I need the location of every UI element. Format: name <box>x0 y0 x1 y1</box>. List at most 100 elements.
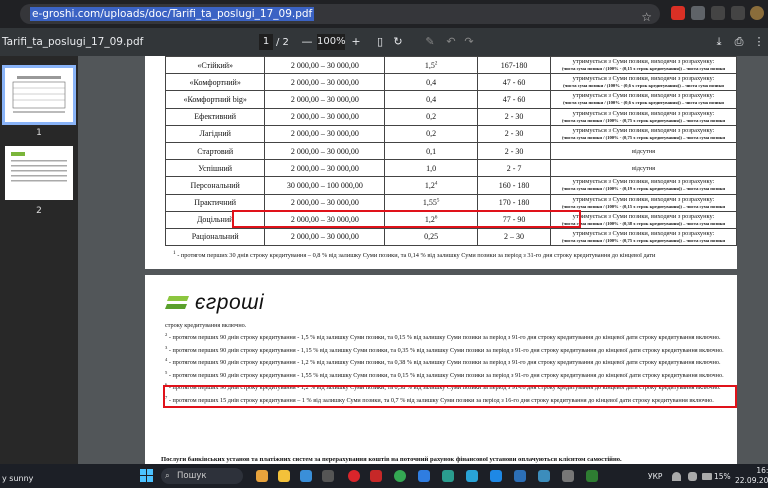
windows-start-icon[interactable] <box>140 469 153 482</box>
commission-formula: (чиста сума позики / (100% - (0,15 х стр… <box>562 203 726 209</box>
file-explorer-icon[interactable] <box>278 470 290 482</box>
print-icon[interactable]: ⎙ <box>732 34 746 50</box>
volume-icon[interactable] <box>688 472 697 481</box>
bookmark-star-icon[interactable]: ☆ <box>641 7 652 27</box>
commission-cell: утримується з Суми позики, виходячи з ро… <box>550 73 737 92</box>
table-row: Успішний 2 000,00 – 30 000,00 1,0 2 - 7 відс… <box>164 159 737 178</box>
rate-value: 0,4 <box>426 94 437 104</box>
rotate-icon[interactable]: ↻ <box>391 34 405 50</box>
download-icon[interactable]: ⤓ <box>712 34 726 50</box>
table-row: Ефективний 2 000,00 – 30 000,00 0,2 2 - 30 у… <box>164 107 737 126</box>
commission-cell: утримується з Суми позики, виходячи з ро… <box>550 107 737 126</box>
commission-cell: утримується з Суми позики, виходячи з ро… <box>550 227 737 247</box>
page-thumbnail-1[interactable] <box>2 65 76 125</box>
rate-value: 0,25 <box>424 232 439 242</box>
commission-formula: (чиста сума позики / (100% - (0,6 х стро… <box>563 83 724 89</box>
wifi-icon[interactable] <box>672 472 681 481</box>
highlight-box-footnote <box>163 385 737 408</box>
app-icon-1[interactable] <box>256 470 268 482</box>
app-icon-3[interactable] <box>300 470 312 482</box>
product-name-cell: Раціональний <box>164 227 266 247</box>
rate-cell: 0,4 <box>384 90 478 109</box>
rate-cell: 0,1 <box>384 141 478 161</box>
undo-icon[interactable]: ↶ <box>444 34 458 50</box>
extension-grey-icon[interactable] <box>691 6 705 20</box>
app-icon-9[interactable] <box>442 470 454 482</box>
term-days-cell: 170 - 180 <box>476 193 552 212</box>
commission-cell: утримується з Суми позики, виходячи з ро… <box>550 193 737 212</box>
footnote-number: 5 <box>165 369 168 375</box>
redo-icon[interactable]: ↷ <box>462 34 476 50</box>
app-icon-12[interactable] <box>514 470 526 482</box>
app-icon-4[interactable] <box>322 470 334 482</box>
commission-text: утримується з Суми позики, виходячи з ро… <box>572 195 715 203</box>
page-number-input[interactable]: 1 <box>259 34 273 50</box>
rate-value: 1,55 <box>422 198 437 208</box>
zoom-input[interactable]: 100% <box>317 34 346 50</box>
app-icon-10[interactable] <box>466 470 478 482</box>
chrome-icon[interactable] <box>394 470 406 482</box>
zoom-in-button[interactable]: + <box>349 34 363 50</box>
footnote-item: 5 - протягом перших 90 днів строку креди… <box>165 368 725 380</box>
amount-cell: 2 000,00 – 30 000,00 <box>264 56 386 75</box>
product-name-cell: Стартовий <box>164 141 266 161</box>
more-options-icon[interactable]: ⋮ <box>752 34 766 50</box>
commission-formula: (чиста сума позики / (100% - (0,19 х стр… <box>562 186 726 192</box>
term-days-cell: 2 - 30 <box>476 124 552 143</box>
product-name-cell: «Комфортний» <box>164 73 266 92</box>
taskbar-search[interactable]: ⌕ Пошук <box>161 468 243 484</box>
egroshi-logo: єгроші <box>165 291 285 317</box>
commission-cell: утримується з Суми позики, виходячи з ро… <box>550 176 737 195</box>
product-name-cell: Практичний <box>164 193 266 212</box>
url-text[interactable]: e-groshi.com/uploads/doc/Tarifi_ta_poslu… <box>30 7 315 21</box>
term-days-cell: 47 - 60 <box>476 90 552 109</box>
app-icon-11[interactable] <box>490 470 502 482</box>
app-icon-15[interactable] <box>586 470 598 482</box>
thumbnail-sidebar: 1 2 <box>0 56 78 464</box>
rate-footnote-ref: 4 <box>434 181 438 187</box>
battery-icon[interactable] <box>702 473 712 480</box>
profile-avatar[interactable] <box>750 6 764 20</box>
amount-cell: 2 000,00 – 30 000,00 <box>264 124 386 143</box>
app-icon-13[interactable] <box>538 470 550 482</box>
pdf-page-1: «Стійкий» 2 000,00 – 30 000,00 1,52 167-180… <box>145 56 737 269</box>
windows-taskbar: y sunny ⌕ Пошук УКР 15% 16:53 22.09.2026 <box>0 464 768 488</box>
opera-icon[interactable] <box>348 470 360 482</box>
commission-text: утримується з Суми позики, виходячи з ро… <box>572 178 715 186</box>
amount-cell: 2 000,00 – 30 000,00 <box>264 141 386 161</box>
term-days-cell: 160 - 180 <box>476 176 552 195</box>
address-bar[interactable]: e-groshi.com/uploads/doc/Tarifi_ta_poslu… <box>20 4 660 24</box>
pdf-viewer[interactable]: «Стійкий» 2 000,00 – 30 000,00 1,52 167-180… <box>78 56 768 464</box>
app-icon-6[interactable] <box>370 470 382 482</box>
commission-text: утримується з Суми позики, виходячи з ро… <box>572 126 715 134</box>
rate-cell: 0,4 <box>384 73 478 92</box>
term-days-cell: 167-180 <box>476 56 552 75</box>
rate-cell: 1,24 <box>384 176 478 195</box>
commission-formula: (чиста сума позики / (100% - (0,75 х стр… <box>562 117 726 123</box>
rate-value: 0,4 <box>426 77 437 87</box>
fit-page-icon[interactable]: ▯ <box>373 34 387 50</box>
amount-cell: 30 000,00 – 100 000,00 <box>264 176 386 195</box>
commission-text: утримується з Суми позики, виходячи з ро… <box>572 212 715 220</box>
zoom-out-button[interactable]: — <box>300 34 314 50</box>
language-indicator[interactable]: УКР <box>648 472 662 481</box>
page-thumbnail-2[interactable] <box>5 146 73 200</box>
app-icon-14[interactable] <box>562 470 574 482</box>
extensions-puzzle-icon[interactable] <box>711 6 725 20</box>
page-thumbnail-label: 1 <box>36 128 42 138</box>
clock[interactable]: 16:53 22.09.2026 <box>735 466 768 486</box>
amount-cell: 2 000,00 – 30 000,00 <box>264 90 386 109</box>
commission-cell: утримується з Суми позики, виходячи з ро… <box>550 124 737 143</box>
rate-value: 1,0 <box>426 163 437 173</box>
footnote-1: 1 - протягом перших 30 днів строку креди… <box>173 250 656 260</box>
extension-red-icon[interactable] <box>671 6 685 20</box>
footnote-number: 4 <box>165 357 168 363</box>
tab-search-icon[interactable] <box>731 6 745 20</box>
pdf-toolbar: Tarifi_ta_poslugi_17_09.pdf 1 / 2 — 100%… <box>0 28 768 56</box>
draw-icon[interactable]: ✎ <box>423 34 437 50</box>
logo-wordmark: єгроші <box>195 291 265 314</box>
rate-value: 1,5 <box>424 60 435 70</box>
weather-widget[interactable]: y sunny <box>2 474 33 483</box>
app-icon-8[interactable] <box>418 470 430 482</box>
rate-footnote-ref: 2 <box>434 60 438 66</box>
